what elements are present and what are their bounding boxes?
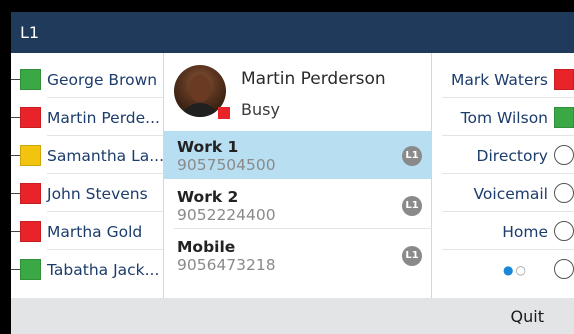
line-key-label: Directory: [476, 147, 548, 165]
top-bezel: [0, 0, 574, 12]
line-key-martin-perderson[interactable]: Martin Perde...: [11, 98, 163, 136]
presence-red-icon: [20, 183, 41, 204]
home-key[interactable]: Home: [432, 212, 574, 250]
key-tick: [11, 117, 20, 118]
line-key-label: Martin Perde...: [47, 109, 160, 127]
presence-green-icon: [20, 259, 41, 280]
presence-red-icon: [20, 107, 41, 128]
line-key-label: Martha Gold: [47, 223, 143, 241]
line-key-label: Home: [502, 223, 548, 241]
number-type: Work 1: [177, 138, 239, 156]
line-key-samantha[interactable]: Samantha La...: [11, 136, 164, 174]
right-line-keys: Mark Waters Tom Wilson Directory Voicema…: [432, 53, 574, 298]
phone-number: 9057504500: [177, 156, 276, 174]
contact-status: Busy: [241, 100, 280, 119]
left-bezel: [0, 0, 11, 334]
key-tick: [11, 269, 20, 270]
line-key-martha-gold[interactable]: Martha Gold: [11, 212, 163, 250]
key-circle-icon: [554, 259, 574, 279]
line-badge-icon: L1: [402, 146, 422, 166]
divider: [174, 228, 432, 229]
key-circle-icon: [554, 221, 574, 241]
line-key-label: Voicemail: [473, 185, 548, 203]
number-type: Work 2: [177, 188, 239, 206]
contact-panel: Martin Perderson Busy Work 1 9057504500 …: [163, 53, 432, 298]
avatar-shirt: [180, 103, 220, 117]
line-key-george-brown[interactable]: George Brown: [11, 60, 163, 98]
line-badge-icon: L1: [402, 196, 422, 216]
line-key-mark-waters[interactable]: Mark Waters: [432, 60, 574, 98]
presence-yellow-icon: [20, 145, 41, 166]
presence-green-icon: [20, 69, 41, 90]
line-key-label: Tabatha Jack...: [47, 261, 160, 279]
avatar-face: [189, 74, 211, 102]
presence-green-icon: [554, 107, 574, 128]
number-row-mobile[interactable]: Mobile 9056473218 L1: [164, 231, 432, 279]
directory-key[interactable]: Directory: [432, 136, 574, 174]
presence-busy-icon: [218, 107, 230, 119]
line-key-john-stevens[interactable]: John Stevens: [11, 174, 163, 212]
number-type: Mobile: [177, 238, 236, 256]
softkey-bar: Quit: [11, 298, 574, 334]
key-tick: [11, 155, 20, 156]
left-line-keys: George Brown Martin Perde... Samantha La…: [11, 53, 164, 298]
line-key-label: Mark Waters: [450, 71, 548, 89]
number-row-work-1[interactable]: Work 1 9057504500 L1: [164, 131, 432, 179]
line-key-tabatha[interactable]: Tabatha Jack...: [11, 250, 163, 288]
line-title: L1: [20, 23, 40, 42]
page-dot-active-icon: ●: [503, 263, 516, 277]
contact-header: Martin Perderson Busy: [164, 53, 432, 131]
phone-number: 9056473218: [177, 256, 276, 274]
line-key-label: Tom Wilson: [460, 109, 548, 127]
key-tick: [11, 79, 20, 80]
line-key-label: John Stevens: [47, 185, 148, 203]
key-tick: [11, 231, 20, 232]
key-circle-icon: [554, 183, 574, 203]
presence-red-icon: [20, 221, 41, 242]
presence-red-icon: [554, 69, 574, 90]
line-key-label: Samantha La...: [47, 147, 164, 165]
key-circle-icon: [554, 145, 574, 165]
number-row-work-2[interactable]: Work 2 9052224400 L1: [164, 181, 432, 229]
quit-button[interactable]: Quit: [511, 298, 544, 334]
line-badge-icon: L1: [402, 246, 422, 266]
key-tick: [11, 193, 20, 194]
line-key-label: George Brown: [47, 71, 158, 89]
page-indicator-key[interactable]: ●○: [432, 250, 574, 288]
contact-name: Martin Perderson: [241, 69, 386, 89]
voicemail-key[interactable]: Voicemail: [432, 174, 574, 212]
title-bar: L1: [11, 12, 574, 53]
page-dot-inactive-icon: ○: [515, 263, 528, 277]
page-dots: ●○: [503, 250, 528, 290]
phone-number: 9052224400: [177, 206, 276, 224]
line-key-tom-wilson[interactable]: Tom Wilson: [432, 98, 574, 136]
phone-screen: L1 George Brown Martin Perde... Samantha…: [0, 0, 574, 334]
